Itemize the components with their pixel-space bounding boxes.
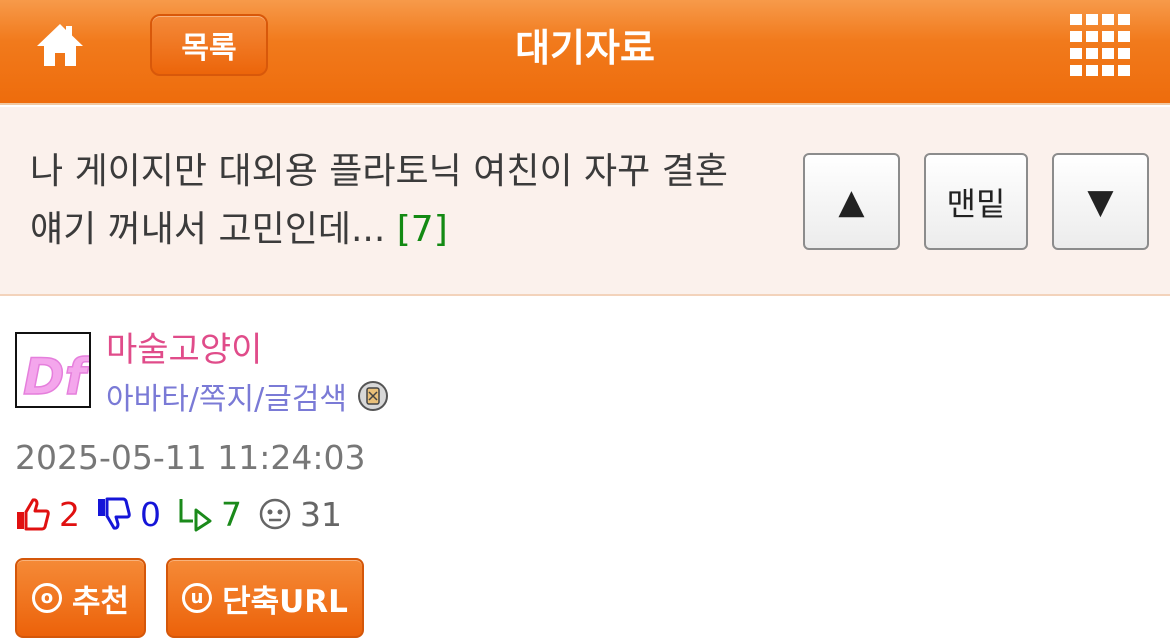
top-header: 목록 대기자료 — [0, 0, 1170, 105]
view-count: 31 — [300, 494, 342, 534]
author-links-label: 아바타/쪽지/글검색 — [106, 382, 348, 417]
home-button[interactable] — [34, 20, 86, 70]
reply-stat[interactable]: 7 — [177, 495, 242, 534]
down-arrow-icon: ▼ — [1087, 181, 1114, 222]
reply-count: 7 — [221, 494, 242, 534]
home-icon — [37, 24, 83, 66]
post-title-text: 나 게이지만 대외용 플라토닉 여친이 자꾸 결혼 얘기 꺼내서 고민인데... — [30, 151, 728, 250]
grid-menu-icon — [1070, 14, 1130, 76]
view-stat: 31 — [258, 495, 342, 534]
post-title-panel: 나 게이지만 대외용 플라토닉 여친이 자꾸 결혼 얘기 꺼내서 고민인데...… — [0, 107, 1170, 296]
post-stats: 2 0 7 31 — [15, 492, 358, 536]
author-name[interactable]: 마술고양이 — [106, 322, 262, 371]
post-title: 나 게이지만 대외용 플라토닉 여친이 자꾸 결혼 얘기 꺼내서 고민인데...… — [30, 143, 770, 259]
downvote-count: 0 — [140, 494, 161, 534]
recommend-label: 추천 — [71, 583, 130, 620]
short-url-button[interactable]: u 단축URL — [166, 558, 364, 638]
list-button-label: 목록 — [181, 31, 237, 66]
thumbs-down-icon — [98, 497, 131, 530]
short-url-icon: u — [182, 583, 213, 613]
scroll-bottom-label: 맨밑 — [946, 184, 1006, 223]
short-url-label: 단축URL — [222, 583, 348, 620]
avatar[interactable]: Df — [15, 332, 91, 408]
up-arrow-icon: ▲ — [838, 181, 865, 222]
upvote-stat[interactable]: 2 — [15, 495, 80, 534]
author-links[interactable]: 아바타/쪽지/글검색 — [106, 374, 389, 418]
prev-post-button[interactable]: ▲ — [803, 153, 900, 250]
comment-count[interactable]: [7] — [397, 209, 448, 250]
thumbs-up-icon — [17, 498, 50, 531]
recommend-icon: o — [31, 583, 62, 613]
avatar-image: Df — [17, 334, 89, 406]
grid-menu-button[interactable] — [1070, 14, 1132, 76]
next-post-button[interactable]: ▼ — [1052, 153, 1149, 250]
recommend-button[interactable]: o 추천 — [15, 558, 146, 638]
scroll-bottom-button[interactable]: 맨밑 — [924, 153, 1028, 250]
reply-arrow-icon — [179, 499, 212, 532]
list-button[interactable]: 목록 — [150, 14, 268, 76]
avatar-text: Df — [23, 348, 89, 406]
eye-face-icon — [259, 498, 291, 530]
post-date: 2025-05-11 11:24:03 — [15, 438, 366, 477]
downvote-stat[interactable]: 0 — [96, 495, 161, 534]
badge-icon — [358, 381, 389, 411]
upvote-count: 2 — [59, 494, 80, 534]
